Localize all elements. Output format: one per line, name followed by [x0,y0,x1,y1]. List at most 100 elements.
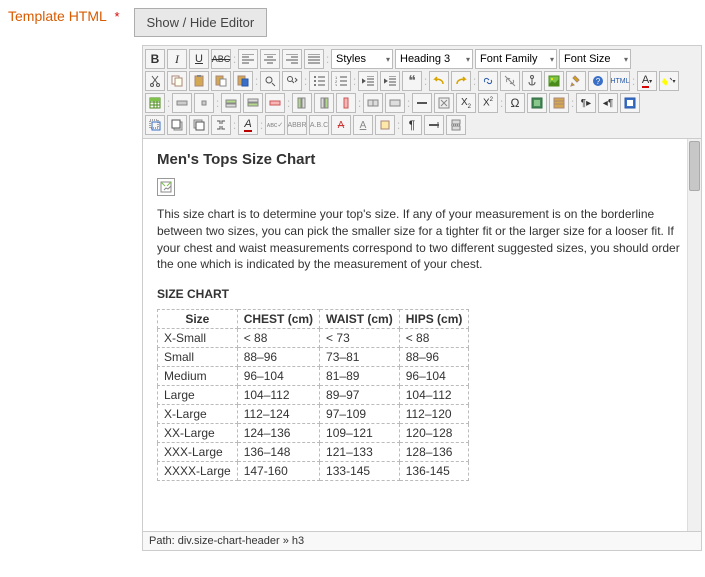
ordered-list-button[interactable]: 123 [331,71,351,91]
delete-row-button[interactable] [265,93,285,113]
copy-button[interactable] [167,71,187,91]
ltr-button[interactable]: ¶▸ [576,93,596,113]
layer-button[interactable] [145,115,165,135]
table-header: Size [158,310,238,329]
link-button[interactable] [478,71,498,91]
field-label: Template HTML [8,2,107,24]
table-cell: 112–124 [237,405,319,424]
image-button[interactable] [544,71,564,91]
insert-col-after-button[interactable] [314,93,334,113]
media-button[interactable] [527,93,547,113]
underline-button[interactable]: U [189,49,209,69]
align-right-button[interactable] [282,49,302,69]
content-scrollbar[interactable] [687,139,701,531]
text-color-button[interactable]: A▾ [637,71,657,91]
font-family-select[interactable]: Font Family [475,49,557,69]
table-cell: 120–128 [399,424,469,443]
acronym-button[interactable]: A.B.C [309,115,329,135]
table-row: XX-Large124–136109–121120–128 [158,424,469,443]
bold-button[interactable]: B [145,49,165,69]
table-row: X-Large112–12497–109112–120 [158,405,469,424]
blockquote-button[interactable]: ❝ [402,71,422,91]
absolute-button[interactable] [211,115,231,135]
table-cell: 133-145 [320,462,400,481]
hr-button[interactable] [412,93,432,113]
paste-text-button[interactable] [211,71,231,91]
outdent-button[interactable] [358,71,378,91]
table-cell: X-Large [158,405,238,424]
table-cell: 147-160 [237,462,319,481]
visualchars-button[interactable]: ¶ [402,115,422,135]
align-center-button[interactable] [260,49,280,69]
indent-button[interactable] [380,71,400,91]
help-button[interactable]: ? [588,71,608,91]
paste-button[interactable] [189,71,209,91]
table-row: XXXX-Large147-160133-145136-145 [158,462,469,481]
align-left-button[interactable] [238,49,258,69]
ins-button[interactable]: A [353,115,373,135]
table-row: XXX-Large136–148121–133128–136 [158,443,469,462]
rtl-button[interactable]: ◂¶ [598,93,618,113]
table-cell: 88–96 [237,348,319,367]
table-row: Small88–9673–8188–96 [158,348,469,367]
table-header: CHEST (cm) [237,310,319,329]
cleanup-button[interactable] [566,71,586,91]
format-select[interactable]: Heading 3 [395,49,473,69]
superscript-button[interactable]: X2 [478,93,498,113]
show-hide-editor-button[interactable]: Show / Hide Editor [134,8,268,37]
layer-backward-button[interactable] [189,115,209,135]
spellcheck-button[interactable]: ᴀʙᴄ✓ [265,115,285,135]
html-button[interactable]: HTML [610,71,630,91]
unordered-list-button[interactable] [309,71,329,91]
styles-select[interactable]: Styles [331,49,393,69]
split-cells-button[interactable] [363,93,383,113]
table-header: HIPS (cm) [399,310,469,329]
insert-row-before-button[interactable] [221,93,241,113]
align-justify-button[interactable] [304,49,324,69]
merge-cells-button[interactable] [385,93,405,113]
table-row: X-Small< 88< 73< 88 [158,329,469,348]
fullscreen-button[interactable] [620,93,640,113]
replace-button[interactable] [282,71,302,91]
styleprops-button[interactable]: A [238,115,258,135]
nonbreaking-button[interactable] [424,115,444,135]
advhr-button[interactable] [549,93,569,113]
remove-format-button[interactable] [434,93,454,113]
table-cell: 96–104 [399,367,469,386]
abbr-button[interactable]: ABBR [287,115,307,135]
paste-word-button[interactable] [233,71,253,91]
table-button[interactable] [145,93,165,113]
subscript-button[interactable]: X2 [456,93,476,113]
find-button[interactable] [260,71,280,91]
anchor-button[interactable] [522,71,542,91]
wysiwyg-editor: B I U ABC Styles Heading 3 Font Family F… [142,45,702,551]
layer-forward-button[interactable] [167,115,187,135]
editor-content[interactable]: Men's Tops Size Chart This size chart is… [143,139,701,531]
table-header: WAIST (cm) [320,310,400,329]
table-cell: XX-Large [158,424,238,443]
table-cell: 104–112 [399,386,469,405]
attribs-button[interactable] [375,115,395,135]
cell-props-button[interactable] [194,93,214,113]
italic-button[interactable]: I [167,49,187,69]
font-size-select[interactable]: Font Size [559,49,631,69]
insert-col-before-button[interactable] [292,93,312,113]
row-props-button[interactable] [172,93,192,113]
cut-button[interactable] [145,71,165,91]
table-cell: X-Small [158,329,238,348]
charmap-button[interactable]: Ω [505,93,525,113]
delete-col-button[interactable] [336,93,356,113]
table-cell: 96–104 [237,367,319,386]
unlink-button[interactable] [500,71,520,91]
strikethrough-button[interactable]: ABC [211,49,231,69]
insert-row-after-button[interactable] [243,93,263,113]
pagebreak-button[interactable] [446,115,466,135]
table-cell: 121–133 [320,443,400,462]
table-cell: 109–121 [320,424,400,443]
redo-button[interactable] [451,71,471,91]
del-button[interactable]: A [331,115,351,135]
undo-button[interactable] [429,71,449,91]
table-cell: 136-145 [399,462,469,481]
background-color-button[interactable]: ▾ [659,71,679,91]
size-chart-label: SIZE CHART [157,287,687,301]
